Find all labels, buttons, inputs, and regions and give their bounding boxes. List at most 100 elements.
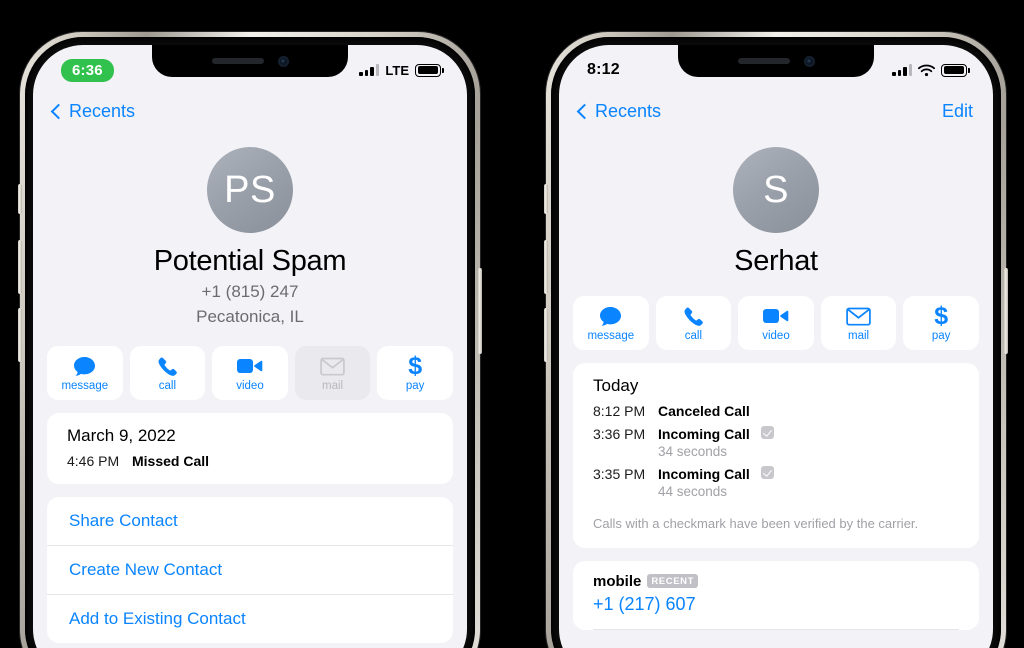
- message-button[interactable]: message: [47, 346, 123, 401]
- avatar: S: [733, 147, 819, 233]
- nav-bar-right: Recents Edit: [559, 89, 993, 133]
- edit-button[interactable]: Edit: [942, 101, 973, 122]
- back-button-recents[interactable]: Recents: [50, 100, 136, 122]
- call-duration: 44 seconds: [658, 484, 728, 499]
- call-time: 4:46 PM: [67, 453, 120, 470]
- status-time-call-pill[interactable]: 6:36: [61, 58, 114, 82]
- volume-down-button[interactable]: [18, 308, 22, 362]
- create-new-contact-button[interactable]: Create New Contact: [47, 545, 453, 594]
- contact-actions-card: Share Contact Create New Contact Add to …: [47, 497, 453, 644]
- phone-right-bezel: 8:12 Recents Edit S Serhat message call …: [551, 37, 1001, 648]
- phone-number-label: mobile: [593, 572, 642, 590]
- phone-right: 8:12 Recents Edit S Serhat message call …: [544, 32, 1008, 648]
- volume-down-button[interactable]: [544, 308, 548, 362]
- phone-left-bezel: 6:36 LTE Recents PS Potential Spam +1 (8…: [25, 37, 475, 648]
- message-button-label: message: [587, 330, 635, 342]
- mail-button-label: mail: [322, 380, 344, 393]
- chevron-left-icon: [576, 103, 593, 119]
- pay-button[interactable]: $ pay: [377, 346, 453, 401]
- call-button-label: call: [158, 380, 177, 393]
- signal-bars-icon: [892, 64, 912, 76]
- volume-up-button[interactable]: [18, 240, 22, 294]
- battery-icon: [941, 63, 970, 77]
- message-bubble-icon: [573, 305, 649, 327]
- notch: [152, 45, 348, 77]
- front-camera-icon: [803, 55, 815, 67]
- message-button[interactable]: message: [573, 296, 649, 350]
- earpiece-speaker-icon: [737, 58, 790, 64]
- phone-handset-icon: [130, 355, 206, 377]
- network-type-label: LTE: [385, 62, 409, 78]
- earpiece-speaker-icon: [211, 58, 264, 64]
- mail-button: mail: [294, 346, 371, 401]
- dollar-sign-icon: $: [934, 302, 949, 330]
- status-indicators: LTE: [359, 62, 444, 78]
- phone-left: 6:36 LTE Recents PS Potential Spam +1 (8…: [18, 32, 482, 648]
- divider: [593, 628, 959, 630]
- phone-number-label-row: mobile RECENT: [593, 573, 959, 590]
- back-button-label: Recents: [595, 100, 662, 121]
- front-camera-icon: [277, 55, 289, 67]
- video-button[interactable]: video: [738, 296, 814, 350]
- video-camera-icon: [212, 355, 288, 377]
- screenshot-stage: 6:36 LTE Recents PS Potential Spam +1 (8…: [0, 0, 1024, 648]
- verified-calls-note: Calls with a checkmark have been verifie…: [593, 516, 919, 531]
- signal-bars-icon: [359, 64, 380, 76]
- phone-handset-icon: [656, 305, 732, 327]
- contact-location: Pecatonica, IL: [196, 307, 304, 327]
- pay-button-label: pay: [405, 380, 425, 393]
- video-camera-icon: [738, 305, 814, 327]
- call-type: Missed Call: [132, 453, 210, 470]
- phone-number-value[interactable]: +1 (217) 607: [593, 594, 959, 615]
- back-button-recents[interactable]: Recents: [576, 100, 662, 122]
- call-type: Canceled Call: [658, 403, 750, 419]
- call-history-row: 3:35 PM Incoming Call: [593, 466, 959, 482]
- wifi-icon: [918, 64, 935, 76]
- pay-button[interactable]: $ pay: [903, 296, 979, 350]
- status-indicators: [892, 63, 970, 77]
- message-bubble-icon: [47, 355, 123, 377]
- video-button[interactable]: video: [212, 346, 288, 401]
- contact-name: Potential Spam: [153, 245, 347, 277]
- add-to-existing-contact-button[interactable]: Add to Existing Contact: [47, 594, 453, 643]
- call-time: 3:36 PM: [593, 426, 646, 442]
- action-button-row: message call video mail $ pay: [33, 338, 467, 401]
- share-contact-button[interactable]: Share Contact: [47, 497, 453, 545]
- phone-right-screen: 8:12 Recents Edit S Serhat message call …: [559, 45, 993, 648]
- nav-bar-left: Recents: [33, 89, 467, 133]
- contact-name: Serhat: [734, 245, 818, 277]
- envelope-icon: [821, 305, 897, 327]
- call-type: Incoming Call: [658, 426, 750, 442]
- call-button[interactable]: call: [655, 296, 732, 350]
- call-time: 8:12 PM: [593, 403, 646, 419]
- call-time: 3:35 PM: [593, 466, 646, 482]
- call-history-card: March 9, 2022 4:46 PM Missed Call: [47, 413, 453, 485]
- notch: [678, 45, 874, 77]
- content-left: PS Potential Spam +1 (815) 247 Pecatonic…: [33, 45, 467, 648]
- call-history-date: March 9, 2022: [67, 426, 176, 446]
- phone-left-screen: 6:36 LTE Recents PS Potential Spam +1 (8…: [33, 45, 467, 648]
- back-button-label: Recents: [69, 100, 136, 121]
- avatar: PS: [207, 147, 293, 233]
- call-duration: 34 seconds: [658, 444, 728, 459]
- power-button[interactable]: [478, 268, 482, 354]
- volume-up-button[interactable]: [544, 240, 548, 294]
- mail-button[interactable]: mail: [820, 296, 897, 350]
- status-time: 8:12: [587, 61, 620, 78]
- mute-switch[interactable]: [18, 184, 22, 214]
- envelope-icon: [295, 355, 371, 377]
- call-button[interactable]: call: [129, 346, 206, 401]
- call-history-row: 8:12 PM Canceled Call: [593, 403, 959, 419]
- chevron-left-icon: [50, 103, 67, 119]
- call-history-body: Today 8:12 PM Canceled Call 3:36 PM Inco…: [573, 363, 979, 548]
- call-history-row: 3:36 PM Incoming Call: [593, 426, 959, 442]
- contact-phone: +1 (815) 247: [201, 282, 299, 301]
- power-button[interactable]: [1004, 268, 1008, 354]
- call-history-card: Today 8:12 PM Canceled Call 3:36 PM Inco…: [573, 363, 979, 548]
- call-history-row: 4:46 PM Missed Call: [67, 453, 433, 469]
- contact-header: PS Potential Spam +1 (815) 247 Pecatonic…: [33, 133, 467, 338]
- phone-number-body: mobile RECENT +1 (217) 607: [573, 561, 979, 630]
- mail-button-label: mail: [848, 330, 870, 342]
- phone-number-card: mobile RECENT +1 (217) 607: [573, 560, 979, 630]
- mute-switch[interactable]: [544, 184, 548, 214]
